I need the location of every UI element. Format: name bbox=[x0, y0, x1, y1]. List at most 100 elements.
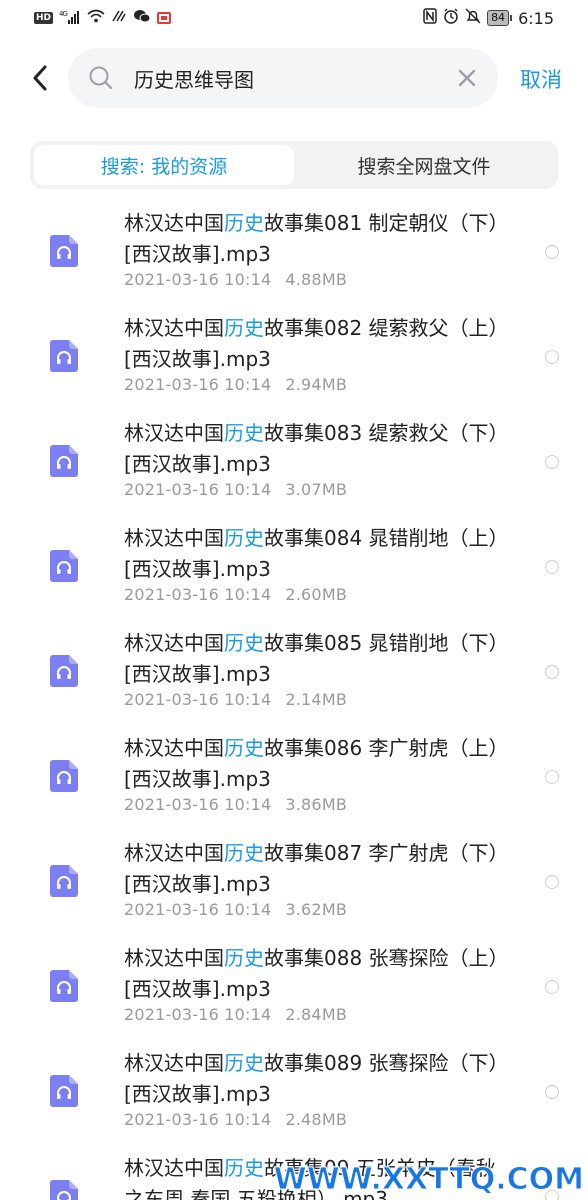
tab-my-resources[interactable]: 搜索: 我的资源 bbox=[34, 145, 294, 185]
file-meta: 2021-03-16 10:14 3.62MB bbox=[124, 900, 347, 919]
battery-icon: 84 bbox=[487, 10, 513, 26]
file-meta: 2021-03-16 10:14 2.48MB bbox=[124, 1110, 347, 1129]
select-checkbox[interactable] bbox=[545, 245, 559, 259]
search-header: 取消 bbox=[0, 48, 588, 110]
search-input[interactable] bbox=[134, 48, 444, 108]
file-list-item[interactable]: 林汉达中国历史故事集087 李广射虎（下）[西汉故事].mp3 2021-03-1… bbox=[0, 830, 588, 935]
file-size: 3.62MB bbox=[285, 900, 347, 919]
file-size: 2.84MB bbox=[285, 1005, 347, 1024]
file-meta: 2021-03-16 10:14 2.94MB bbox=[124, 375, 347, 394]
file-name-prefix: 林汉达中国 bbox=[124, 211, 224, 235]
file-size: 2.14MB bbox=[285, 690, 347, 709]
status-right: 84 6:15 bbox=[423, 8, 554, 28]
file-name-highlight: 历史 bbox=[224, 211, 264, 235]
file-size: 2.60MB bbox=[285, 585, 347, 604]
file-date: 2021-03-16 10:14 bbox=[124, 585, 272, 604]
audio-file-icon bbox=[50, 865, 78, 897]
file-name: 林汉达中国历史故事集087 李广射虎（下）[西汉故事].mp3 bbox=[124, 838, 504, 900]
file-size: 4.88MB bbox=[285, 270, 347, 289]
wechat-icon bbox=[133, 9, 151, 27]
clear-icon[interactable] bbox=[454, 65, 480, 91]
file-size: 2.48MB bbox=[285, 1110, 347, 1129]
search-scope-tabs: 搜索: 我的资源 搜索全网盘文件 bbox=[30, 141, 558, 189]
file-name: 林汉达中国历史故事集085 晁错削地（下）[西汉故事].mp3 bbox=[124, 628, 504, 690]
select-checkbox[interactable] bbox=[545, 350, 559, 364]
file-meta: 2021-03-16 10:14 3.07MB bbox=[124, 480, 347, 499]
file-list-item[interactable]: 林汉达中国历史故事集081 制定朝仪（下）[西汉故事].mp3 2021-03-1… bbox=[0, 200, 588, 305]
nfc-icon bbox=[423, 8, 437, 28]
file-name: 林汉达中国历史故事集089 张骞探险（下）[西汉故事].mp3 bbox=[124, 1048, 504, 1110]
file-name-highlight: 历史 bbox=[224, 1156, 264, 1180]
file-name: 林汉达中国历史故事集088 张骞探险（上）[西汉故事].mp3 bbox=[124, 943, 504, 1005]
audio-file-icon bbox=[50, 1180, 78, 1200]
file-size: 3.07MB bbox=[285, 480, 347, 499]
file-name-highlight: 历史 bbox=[224, 841, 264, 865]
file-date: 2021-03-16 10:14 bbox=[124, 1005, 272, 1024]
cancel-button[interactable]: 取消 bbox=[520, 64, 562, 94]
file-name-prefix: 林汉达中国 bbox=[124, 631, 224, 655]
file-name-prefix: 林汉达中国 bbox=[124, 1051, 224, 1075]
watermark: WWW.XXTTQ.COM bbox=[273, 1162, 584, 1198]
status-bar: HD 4G 84 6:15 bbox=[0, 0, 588, 36]
file-date: 2021-03-16 10:14 bbox=[124, 375, 272, 394]
mute-icon bbox=[465, 8, 481, 28]
audio-file-icon bbox=[50, 235, 78, 267]
file-name-highlight: 历史 bbox=[224, 631, 264, 655]
file-name-highlight: 历史 bbox=[224, 736, 264, 760]
status-left: HD 4G bbox=[34, 9, 172, 27]
file-meta: 2021-03-16 10:14 3.86MB bbox=[124, 795, 347, 814]
data-speed-icon bbox=[111, 9, 127, 27]
file-date: 2021-03-16 10:14 bbox=[124, 480, 272, 499]
file-list-item[interactable]: 林汉达中国历史故事集082 缇萦救父（上）[西汉故事].mp3 2021-03-1… bbox=[0, 305, 588, 410]
file-meta: 2021-03-16 10:14 2.14MB bbox=[124, 690, 347, 709]
svg-text:4G: 4G bbox=[59, 10, 67, 18]
audio-file-icon bbox=[50, 340, 78, 372]
file-name-highlight: 历史 bbox=[224, 946, 264, 970]
file-list-item[interactable]: 林汉达中国历史故事集088 张骞探险（上）[西汉故事].mp3 2021-03-1… bbox=[0, 935, 588, 1040]
file-list-item[interactable]: 林汉达中国历史故事集083 缇萦救父（下）[西汉故事].mp3 2021-03-1… bbox=[0, 410, 588, 515]
select-checkbox[interactable] bbox=[545, 455, 559, 469]
hd-icon: HD bbox=[34, 12, 54, 24]
wifi-icon bbox=[87, 9, 105, 27]
select-checkbox[interactable] bbox=[545, 1085, 559, 1099]
search-icon bbox=[89, 66, 113, 90]
file-list-item[interactable]: 林汉达中国历史故事集089 张骞探险（下）[西汉故事].mp3 2021-03-1… bbox=[0, 1040, 588, 1145]
file-name-prefix: 林汉达中国 bbox=[124, 421, 224, 445]
clock: 6:15 bbox=[518, 8, 554, 28]
signal-icon: 4G bbox=[59, 10, 81, 27]
tab-all-netdisk[interactable]: 搜索全网盘文件 bbox=[294, 145, 554, 185]
file-name-prefix: 林汉达中国 bbox=[124, 946, 224, 970]
back-button[interactable] bbox=[22, 58, 58, 98]
notification-app-icon bbox=[157, 12, 172, 24]
file-meta: 2021-03-16 10:14 2.84MB bbox=[124, 1005, 347, 1024]
search-box[interactable] bbox=[68, 48, 498, 108]
file-name: 林汉达中国历史故事集086 李广射虎（上）[西汉故事].mp3 bbox=[124, 733, 504, 795]
chevron-left-icon bbox=[33, 65, 47, 91]
file-list-item[interactable]: 林汉达中国历史故事集086 李广射虎（上）[西汉故事].mp3 2021-03-1… bbox=[0, 725, 588, 830]
file-name-prefix: 林汉达中国 bbox=[124, 736, 224, 760]
audio-file-icon bbox=[50, 1075, 78, 1107]
select-checkbox[interactable] bbox=[545, 665, 559, 679]
file-name: 林汉达中国历史故事集081 制定朝仪（下）[西汉故事].mp3 bbox=[124, 208, 504, 270]
file-name-highlight: 历史 bbox=[224, 526, 264, 550]
file-name-highlight: 历史 bbox=[224, 421, 264, 445]
select-checkbox[interactable] bbox=[545, 770, 559, 784]
file-name-prefix: 林汉达中国 bbox=[124, 316, 224, 340]
file-name-prefix: 林汉达中国 bbox=[124, 841, 224, 865]
file-list-item[interactable]: 林汉达中国历史故事集085 晁错削地（下）[西汉故事].mp3 2021-03-1… bbox=[0, 620, 588, 725]
audio-file-icon bbox=[50, 655, 78, 687]
select-checkbox[interactable] bbox=[545, 560, 559, 574]
file-name: 林汉达中国历史故事集084 晁错削地（上）[西汉故事].mp3 bbox=[124, 523, 504, 585]
file-meta: 2021-03-16 10:14 4.88MB bbox=[124, 270, 347, 289]
file-date: 2021-03-16 10:14 bbox=[124, 270, 272, 289]
file-size: 3.86MB bbox=[285, 795, 347, 814]
file-list-item[interactable]: 林汉达中国历史故事集084 晁错削地（上）[西汉故事].mp3 2021-03-1… bbox=[0, 515, 588, 620]
file-name-highlight: 历史 bbox=[224, 1051, 264, 1075]
file-date: 2021-03-16 10:14 bbox=[124, 690, 272, 709]
file-name-highlight: 历史 bbox=[224, 316, 264, 340]
file-name-prefix: 林汉达中国 bbox=[124, 1156, 224, 1180]
file-name: 林汉达中国历史故事集082 缇萦救父（上）[西汉故事].mp3 bbox=[124, 313, 504, 375]
audio-file-icon bbox=[50, 970, 78, 1002]
select-checkbox[interactable] bbox=[545, 980, 559, 994]
select-checkbox[interactable] bbox=[545, 875, 559, 889]
